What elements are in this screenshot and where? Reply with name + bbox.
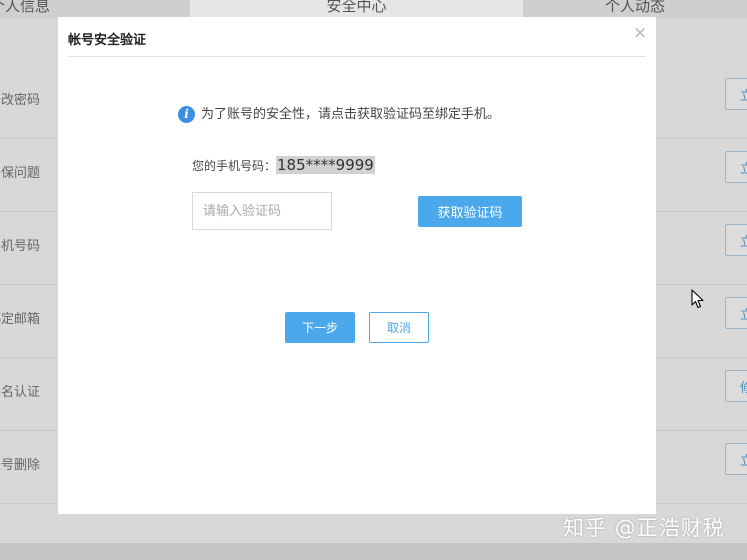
row-action-label: 立: [740, 454, 747, 469]
tab-label: 安全中心: [326, 0, 387, 15]
phone-label: 您的手机号码：: [192, 159, 277, 173]
next-step-button[interactable]: 下一步: [285, 312, 355, 343]
row-action-label: 立: [740, 308, 747, 323]
dialog-header: 帐号安全验证 ×: [68, 17, 647, 57]
tab-security-center[interactable]: 安全中心: [190, 0, 523, 18]
row-label: 绑定邮箱: [0, 312, 41, 327]
tab-personal-activity[interactable]: 个人动态: [523, 0, 747, 18]
cancel-button[interactable]: 取消: [369, 312, 429, 343]
dialog-title: 帐号安全验证: [68, 33, 147, 48]
security-notice: i 为了账号的安全性，请点击获取验证码至绑定手机。: [178, 106, 500, 124]
phone-number: 185****9999: [276, 156, 375, 174]
row-label: 密保问题: [0, 166, 41, 181]
row-action-label: 立: [740, 162, 747, 177]
notice-text: 为了账号的安全性，请点击获取验证码至绑定手机。: [201, 107, 501, 122]
row-action-button[interactable]: 立: [725, 78, 747, 110]
row-action-label: 立: [740, 89, 747, 104]
row-action-button[interactable]: 修: [725, 370, 747, 402]
row-action-button[interactable]: 立: [725, 443, 747, 475]
tab-bar: 个人信息 安全中心 个人动态: [0, 0, 747, 18]
close-icon[interactable]: ×: [633, 25, 647, 42]
row-action-button[interactable]: 立: [725, 297, 747, 329]
row-action-label: 立: [740, 235, 747, 250]
row-label: 账号删除: [0, 458, 41, 473]
phone-row: 您的手机号码：185****9999: [192, 155, 375, 175]
tab-label: 个人动态: [604, 0, 665, 15]
row-action-button[interactable]: 立: [725, 224, 747, 256]
row-action-label: 修: [740, 381, 747, 396]
row-label: 实名认证: [0, 385, 41, 400]
tab-personal-info[interactable]: 个人信息: [0, 0, 190, 18]
watermark: 知乎 @正浩财税: [563, 516, 725, 540]
security-verification-dialog: 帐号安全验证 × i 为了账号的安全性，请点击获取验证码至绑定手机。 您的手机号码…: [58, 17, 656, 514]
get-code-button[interactable]: 获取验证码: [418, 196, 522, 227]
footer-band: [0, 543, 747, 560]
row-label: 修改密码: [0, 93, 41, 108]
row-action-button[interactable]: 立: [725, 151, 747, 183]
tab-label: 个人信息: [0, 0, 51, 15]
row-label: 手机号码: [0, 239, 41, 254]
info-circle-icon: i: [178, 106, 195, 123]
verification-code-input[interactable]: [192, 192, 332, 230]
mouse-pointer-icon: [691, 289, 704, 309]
